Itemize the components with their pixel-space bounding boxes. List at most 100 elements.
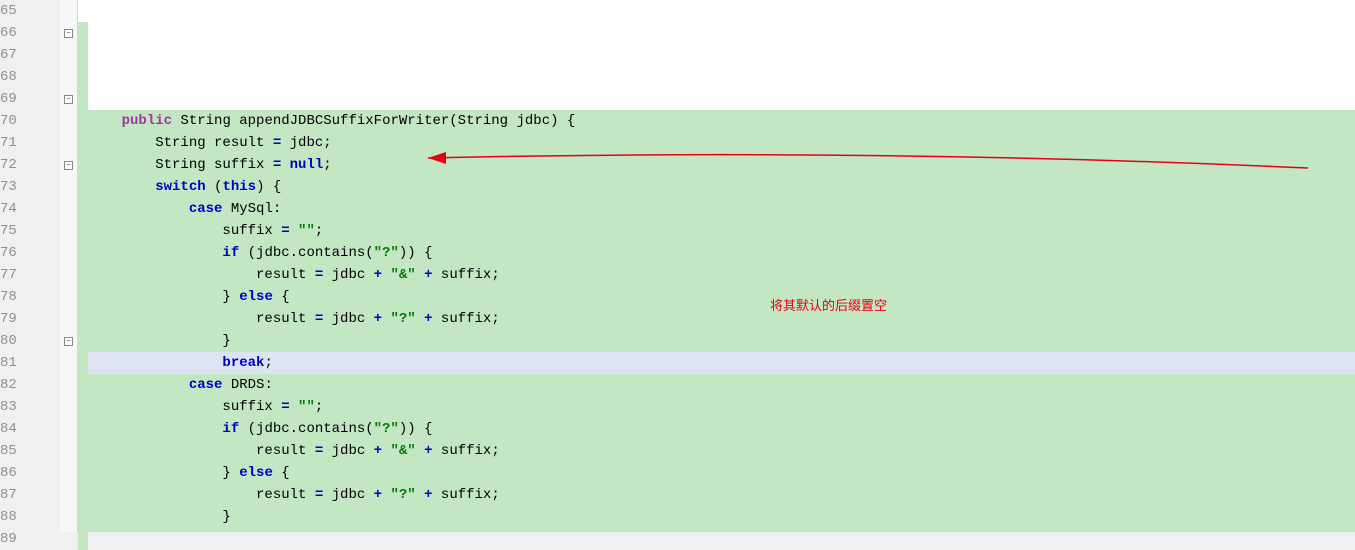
line-number: 67: [0, 44, 50, 66]
fold-cell[interactable]: −: [60, 22, 77, 44]
change-marker: [78, 198, 88, 220]
fold-cell[interactable]: −: [60, 154, 77, 176]
line-number: 76: [0, 242, 50, 264]
change-marker: [78, 462, 88, 484]
line-number: 75: [0, 220, 50, 242]
fold-cell[interactable]: −: [60, 88, 77, 110]
fold-cell[interactable]: [60, 484, 77, 506]
line-number: 87: [0, 484, 50, 506]
fold-cell[interactable]: [60, 198, 77, 220]
change-marker: [78, 132, 88, 154]
changed-margin: [78, 0, 88, 532]
code-line[interactable]: result = jdbc + "?" + suffix;: [88, 484, 1355, 506]
fold-cell[interactable]: [60, 264, 77, 286]
line-number: 82: [0, 374, 50, 396]
change-marker: [78, 176, 88, 198]
fold-cell[interactable]: [60, 440, 77, 462]
change-marker: [78, 0, 88, 22]
change-marker: [78, 308, 88, 330]
line-number: 84: [0, 418, 50, 440]
fold-cell[interactable]: [60, 374, 77, 396]
line-number: 71: [0, 132, 50, 154]
code-line[interactable]: suffix = "";: [88, 396, 1355, 418]
line-number: 70: [0, 110, 50, 132]
code-line[interactable]: }: [88, 330, 1355, 352]
code-line[interactable]: break;: [88, 352, 1355, 374]
fold-cell[interactable]: [60, 462, 77, 484]
fold-minus-icon[interactable]: −: [64, 29, 73, 38]
line-number: 88: [0, 506, 50, 528]
fold-cell[interactable]: [60, 352, 77, 374]
change-marker: [78, 506, 88, 528]
line-number: 85: [0, 440, 50, 462]
line-number: 86: [0, 462, 50, 484]
code-line[interactable]: public String appendJDBCSuffixForWriter(…: [88, 110, 1355, 132]
fold-cell[interactable]: [60, 396, 77, 418]
change-marker: [78, 22, 88, 44]
code-line[interactable]: switch (this) {: [88, 176, 1355, 198]
fold-minus-icon[interactable]: −: [64, 161, 73, 170]
line-number: 81: [0, 352, 50, 374]
code-line[interactable]: result = jdbc + "&" + suffix;: [88, 440, 1355, 462]
code-line[interactable]: result = jdbc + "?" + suffix;: [88, 308, 1355, 330]
change-marker: [78, 264, 88, 286]
code-line[interactable]: break;: [88, 528, 1355, 532]
annotation-text: 将其默认的后缀置空: [768, 295, 889, 317]
code-line[interactable]: result = jdbc + "&" + suffix;: [88, 264, 1355, 286]
code-line[interactable]: case DRDS:: [88, 374, 1355, 396]
code-line[interactable]: suffix = "";: [88, 220, 1355, 242]
change-marker: [78, 110, 88, 132]
fold-cell[interactable]: [60, 528, 77, 550]
change-marker: [78, 352, 88, 374]
fold-cell[interactable]: [60, 0, 77, 22]
change-marker: [78, 440, 88, 462]
change-marker: [78, 418, 88, 440]
code-line[interactable]: } else {: [88, 286, 1355, 308]
code-line[interactable]: }: [88, 506, 1355, 528]
line-number: 72: [0, 154, 50, 176]
change-marker: [78, 220, 88, 242]
fold-cell[interactable]: [60, 132, 77, 154]
fold-cell[interactable]: [60, 418, 77, 440]
change-marker: [78, 330, 88, 352]
code-area[interactable]: 将其默认的后缀置空 public String appendJDBCSuffix…: [88, 0, 1355, 532]
code-line[interactable]: if (jdbc.contains("?")) {: [88, 418, 1355, 440]
fold-cell[interactable]: [60, 220, 77, 242]
line-number: 83: [0, 396, 50, 418]
code-line[interactable]: } else {: [88, 462, 1355, 484]
change-marker: [78, 286, 88, 308]
line-number: 80: [0, 330, 50, 352]
fold-minus-icon[interactable]: −: [64, 337, 73, 346]
line-number: 74: [0, 198, 50, 220]
change-marker: [78, 154, 88, 176]
change-marker: [78, 88, 88, 110]
code-editor[interactable]: 6566676869707172737475767778798081828384…: [0, 0, 1355, 532]
fold-minus-icon[interactable]: −: [64, 95, 73, 104]
line-number: 68: [0, 66, 50, 88]
fold-cell[interactable]: [60, 308, 77, 330]
line-number: 78: [0, 286, 50, 308]
fold-cell[interactable]: [60, 110, 77, 132]
fold-cell[interactable]: [60, 44, 77, 66]
code-line[interactable]: String result = jdbc;: [88, 132, 1355, 154]
fold-cell[interactable]: [60, 506, 77, 528]
fold-cell[interactable]: [60, 242, 77, 264]
fold-column[interactable]: − − − −: [60, 0, 78, 532]
change-marker: [78, 484, 88, 506]
fold-cell[interactable]: [60, 286, 77, 308]
line-number: 66: [0, 22, 50, 44]
line-number: 79: [0, 308, 50, 330]
change-marker: [78, 396, 88, 418]
code-line[interactable]: case MySql:: [88, 198, 1355, 220]
fold-cell[interactable]: [60, 66, 77, 88]
fold-cell[interactable]: −: [60, 330, 77, 352]
line-number: 77: [0, 264, 50, 286]
change-marker: [78, 44, 88, 66]
line-number-gutter: 6566676869707172737475767778798081828384…: [0, 0, 60, 532]
fold-cell[interactable]: [60, 176, 77, 198]
code-line[interactable]: if (jdbc.contains("?")) {: [88, 242, 1355, 264]
change-marker: [78, 66, 88, 88]
code-line[interactable]: [88, 88, 1355, 110]
change-marker: [78, 374, 88, 396]
code-line[interactable]: String suffix = null;: [88, 154, 1355, 176]
